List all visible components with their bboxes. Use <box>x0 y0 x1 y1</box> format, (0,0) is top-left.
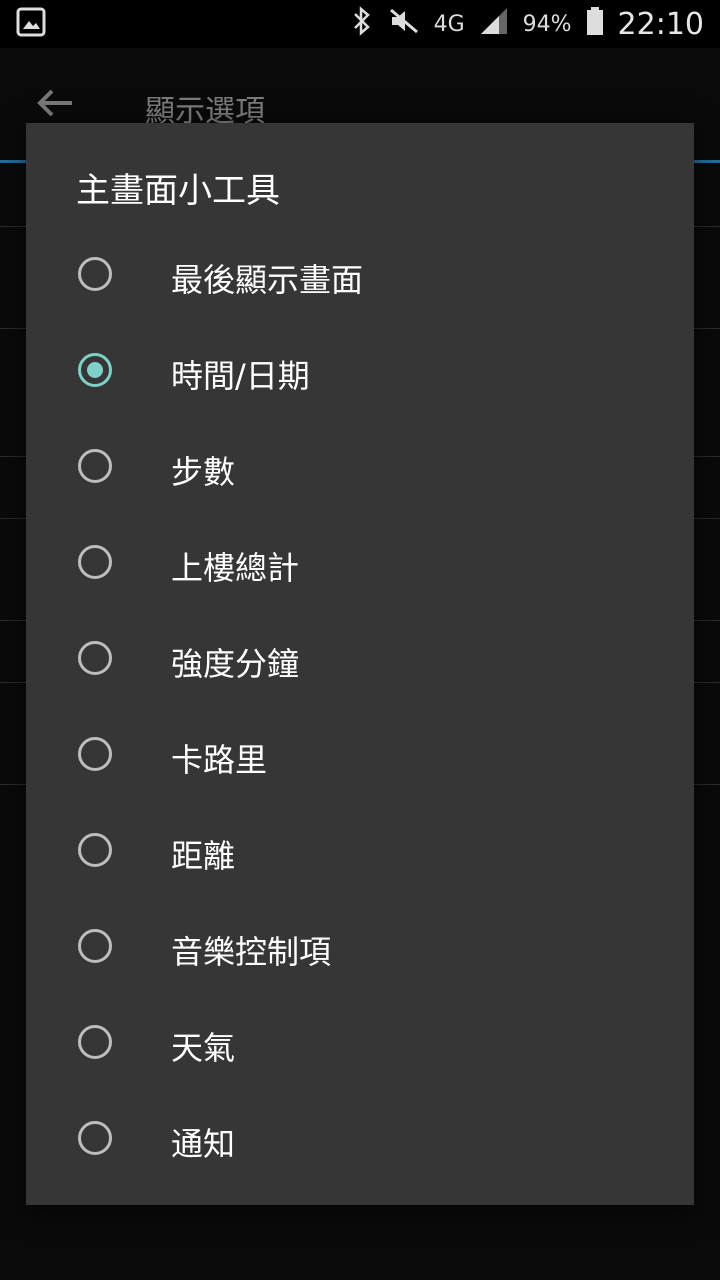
radio-option-floors-climbed[interactable]: 上樓總計 <box>26 517 694 613</box>
signal-icon <box>479 6 509 43</box>
option-label: 上樓總計 <box>171 549 300 587</box>
radio-button[interactable] <box>78 737 112 771</box>
radio-button[interactable] <box>78 833 112 867</box>
radio-button[interactable] <box>78 641 112 675</box>
option-label: 強度分鐘 <box>171 645 300 683</box>
radio-option-calories[interactable]: 卡路里 <box>26 709 694 805</box>
radio-option-weather[interactable]: 天氣 <box>26 997 694 1093</box>
battery-percent: 94% <box>522 11 572 37</box>
radio-option-intensity-minutes[interactable]: 強度分鐘 <box>26 613 694 709</box>
gallery-icon <box>16 7 46 41</box>
option-label: 時間/日期 <box>171 357 310 395</box>
radio-option-steps[interactable]: 步數 <box>26 421 694 517</box>
option-label: 卡路里 <box>171 741 268 779</box>
option-label: 音樂控制項 <box>171 933 332 971</box>
battery-icon <box>586 6 604 43</box>
radio-option-last-screen[interactable]: 最後顯示畫面 <box>26 229 694 325</box>
radio-button[interactable] <box>78 257 112 291</box>
mute-icon <box>388 6 420 43</box>
radio-option-notifications[interactable]: 通知 <box>26 1093 694 1189</box>
radio-option-distance[interactable]: 距離 <box>26 805 694 901</box>
option-label: 通知 <box>171 1125 236 1163</box>
option-label: 距離 <box>171 837 236 875</box>
back-arrow-icon[interactable] <box>36 88 76 118</box>
option-label: 天氣 <box>171 1029 236 1067</box>
option-label: 最後顯示畫面 <box>171 261 364 299</box>
radio-option-list: 最後顯示畫面 時間/日期 步數 上樓總計 強度分鐘 卡路里 距離 音樂控制項 天… <box>26 229 694 1189</box>
radio-option-music-controls[interactable]: 音樂控制項 <box>26 901 694 997</box>
network-type: 4G <box>433 11 465 37</box>
radio-button[interactable] <box>78 1025 112 1059</box>
option-label: 步數 <box>171 453 236 491</box>
home-widget-dialog: 主畫面小工具 最後顯示畫面 時間/日期 步數 上樓總計 強度分鐘 卡路里 距離 <box>26 123 694 1205</box>
status-bar: 4G 94% 22:10 <box>0 0 720 48</box>
radio-button[interactable] <box>78 449 112 483</box>
radio-button[interactable] <box>78 1121 112 1155</box>
dialog-title: 主畫面小工具 <box>76 171 280 211</box>
clock: 22:10 <box>617 6 704 42</box>
radio-button[interactable] <box>78 929 112 963</box>
radio-option-time-date[interactable]: 時間/日期 <box>26 325 694 421</box>
radio-button-selected[interactable] <box>78 353 112 387</box>
bluetooth-icon <box>350 5 374 43</box>
radio-button[interactable] <box>78 545 112 579</box>
